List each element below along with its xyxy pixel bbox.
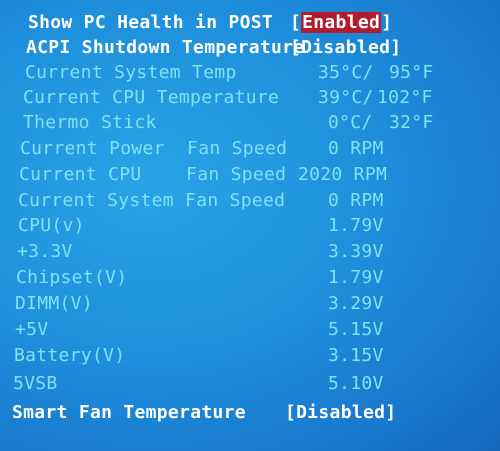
cpu-temp-fahrenheit: 102°F bbox=[377, 87, 433, 108]
cpu-voltage-value: 1.79V bbox=[328, 215, 384, 236]
show-pc-health-value[interactable]: [Enabled] bbox=[290, 11, 392, 35]
temp-row-cpu: Current CPU Temperature 39°C/ 102°F bbox=[0, 86, 500, 110]
thermo-stick-label: Thermo Stick bbox=[23, 112, 157, 133]
system-fan-value: 0 RPM bbox=[328, 190, 384, 211]
voltage-row-3v3: +3.3V 3.39V bbox=[0, 240, 500, 264]
bios-pc-health-screen: Show PC Health in POST [Enabled] ACPI Sh… bbox=[0, 0, 500, 451]
thermo-stick-fahrenheit: 32°F bbox=[389, 112, 434, 133]
setting-row-acpi-shutdown[interactable]: ACPI Shutdown Temperature [Disabled] bbox=[0, 36, 500, 60]
show-pc-health-selected-option[interactable]: Enabled bbox=[301, 12, 382, 33]
thermo-stick-celsius: 0°C/ bbox=[328, 112, 373, 133]
system-temp-celsius: 35°C/ bbox=[318, 62, 374, 83]
v3v3-label: +3.3V bbox=[17, 241, 73, 262]
voltage-row-dimm: DIMM(V) 3.29V bbox=[0, 292, 500, 316]
v5-label: +5V bbox=[15, 319, 49, 340]
battery-voltage-label: Battery(V) bbox=[14, 345, 126, 366]
cpu-fan-label: Current CPU Fan Speed bbox=[19, 164, 287, 185]
battery-voltage-value: 3.15V bbox=[328, 345, 384, 366]
smart-fan-label: Smart Fan Temperature bbox=[12, 402, 246, 423]
dimm-voltage-label: DIMM(V) bbox=[15, 293, 93, 314]
cpu-temp-celsius: 39°C/ bbox=[318, 87, 374, 108]
v3v3-value: 3.39V bbox=[328, 241, 384, 262]
v5-value: 5.15V bbox=[328, 319, 384, 340]
power-fan-value: 0 RPM bbox=[328, 138, 384, 159]
smart-fan-value[interactable]: [Disabled] bbox=[285, 401, 396, 425]
acpi-shutdown-option[interactable]: Disabled bbox=[301, 37, 390, 58]
smart-fan-option[interactable]: Disabled bbox=[296, 402, 385, 423]
fan-row-power: Current Power Fan Speed 0 RPM bbox=[0, 137, 500, 161]
temp-row-thermo-stick: Thermo Stick 0°C/ 32°F bbox=[0, 111, 500, 135]
fan-row-cpu: Current CPU Fan Speed 2020 RPM bbox=[0, 163, 500, 187]
setting-row-show-pc-health[interactable]: Show PC Health in POST [Enabled] bbox=[0, 11, 500, 35]
fan-row-system: Current System Fan Speed 0 RPM bbox=[0, 189, 500, 213]
v5vsb-label: 5VSB bbox=[13, 373, 58, 394]
acpi-shutdown-value[interactable]: [Disabled] bbox=[290, 36, 401, 60]
temp-row-system: Current System Temp 35°C/ 95°F bbox=[0, 61, 500, 85]
system-fan-label: Current System Fan Speed bbox=[18, 190, 286, 211]
acpi-shutdown-label: ACPI Shutdown Temperature bbox=[26, 37, 305, 58]
v5vsb-value: 5.10V bbox=[328, 373, 384, 394]
dimm-voltage-value: 3.29V bbox=[328, 293, 384, 314]
voltage-row-battery: Battery(V) 3.15V bbox=[0, 344, 500, 368]
setting-row-smart-fan[interactable]: Smart Fan Temperature [Disabled] bbox=[0, 401, 500, 425]
system-temp-label: Current System Temp bbox=[25, 62, 237, 83]
voltage-row-5v: +5V 5.15V bbox=[0, 318, 500, 342]
voltage-row-chipset: Chipset(V) 1.79V bbox=[0, 266, 500, 290]
voltage-row-cpu: CPU(v) 1.79V bbox=[0, 214, 500, 238]
cpu-temp-label: Current CPU Temperature bbox=[23, 87, 280, 108]
voltage-row-5vsb: 5VSB 5.10V bbox=[0, 372, 500, 396]
cpu-voltage-label: CPU(v) bbox=[18, 215, 85, 236]
system-temp-fahrenheit: 95°F bbox=[389, 62, 434, 83]
chipset-voltage-value: 1.79V bbox=[328, 267, 384, 288]
show-pc-health-label: Show PC Health in POST bbox=[28, 12, 274, 33]
cpu-fan-value: 2020 RPM bbox=[298, 164, 388, 185]
chipset-voltage-label: Chipset(V) bbox=[16, 267, 128, 288]
power-fan-label: Current Power Fan Speed bbox=[20, 138, 288, 159]
